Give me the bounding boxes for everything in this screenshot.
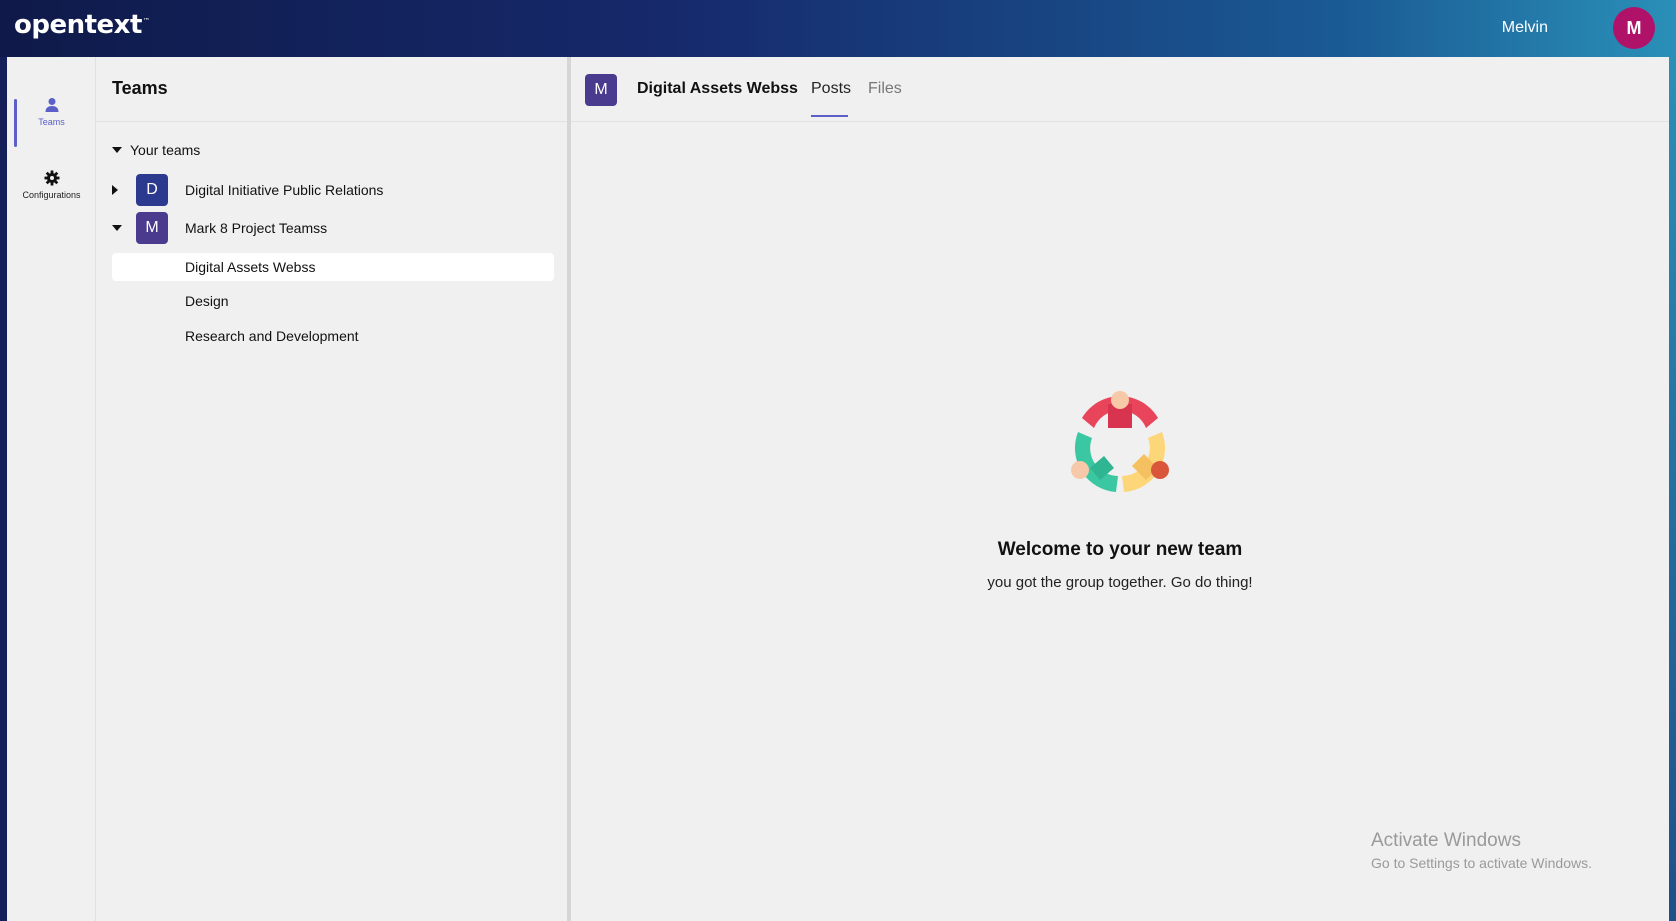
- team-avatar: M: [136, 212, 168, 244]
- person-icon: [45, 98, 58, 112]
- caret-down-icon[interactable]: [112, 225, 122, 231]
- watermark-line-1: Activate Windows: [1371, 830, 1521, 851]
- app-rail: Teams Configurations: [7, 57, 96, 921]
- tab-posts[interactable]: Posts: [811, 80, 851, 98]
- window-edge-left: [0, 57, 7, 921]
- teams-panel: Teams Your teams D Digital Initiative Pu…: [96, 57, 567, 921]
- rail-item-label: Teams: [38, 117, 65, 127]
- panel-divider: [96, 121, 567, 122]
- active-tab-indicator: [811, 115, 848, 117]
- welcome-subtitle: you got the group together. Go do thing!: [987, 574, 1253, 591]
- activate-windows-watermark: Activate Windows Go to Settings to activ…: [1371, 830, 1592, 871]
- opentext-logo[interactable]: opentext™: [14, 10, 150, 40]
- team-item-mark-8[interactable]: M Mark 8 Project Teamss: [112, 212, 552, 244]
- channel-design[interactable]: Design: [112, 287, 554, 315]
- brand-name: opentext: [14, 10, 142, 40]
- trademark-mark: ™: [142, 17, 150, 26]
- gear-icon: [44, 170, 59, 186]
- channel-view: M Digital Assets Webss Posts Files Welco…: [571, 57, 1669, 921]
- team-name: Digital Initiative Public Relations: [185, 182, 384, 198]
- your-teams-toggle[interactable]: Your teams: [112, 140, 200, 160]
- rail-item-configurations[interactable]: Configurations: [7, 155, 96, 215]
- user-name[interactable]: Melvin: [1502, 19, 1548, 37]
- team-avatar: D: [136, 174, 168, 206]
- top-bar: opentext™ Melvin M: [0, 0, 1676, 57]
- channel-header: M Digital Assets Webss Posts Files: [571, 57, 1669, 122]
- rail-item-teams[interactable]: Teams: [7, 82, 96, 147]
- watermark-line-2: Go to Settings to activate Windows.: [1371, 855, 1592, 871]
- team-item-digital-initiative[interactable]: D Digital Initiative Public Relations: [112, 174, 552, 206]
- channel-digital-assets-webss[interactable]: Digital Assets Webss: [112, 253, 554, 281]
- channel-title: Digital Assets Webss: [637, 80, 798, 97]
- channel-research-and-development[interactable]: Research and Development: [112, 322, 554, 350]
- caret-down-icon: [112, 147, 122, 153]
- channel-avatar: M: [585, 74, 617, 106]
- rail-item-label: Configurations: [22, 190, 81, 200]
- user-avatar[interactable]: M: [1613, 7, 1655, 49]
- welcome-title: Welcome to your new team: [997, 539, 1243, 560]
- panel-title: Teams: [112, 78, 168, 98]
- team-name: Mark 8 Project Teamss: [185, 220, 328, 236]
- tab-files[interactable]: Files: [868, 80, 902, 98]
- team-circle-illustration: [1071, 391, 1169, 492]
- section-label: Your teams: [130, 142, 201, 158]
- window-edge-right: [1669, 57, 1676, 921]
- caret-right-icon[interactable]: [112, 185, 118, 195]
